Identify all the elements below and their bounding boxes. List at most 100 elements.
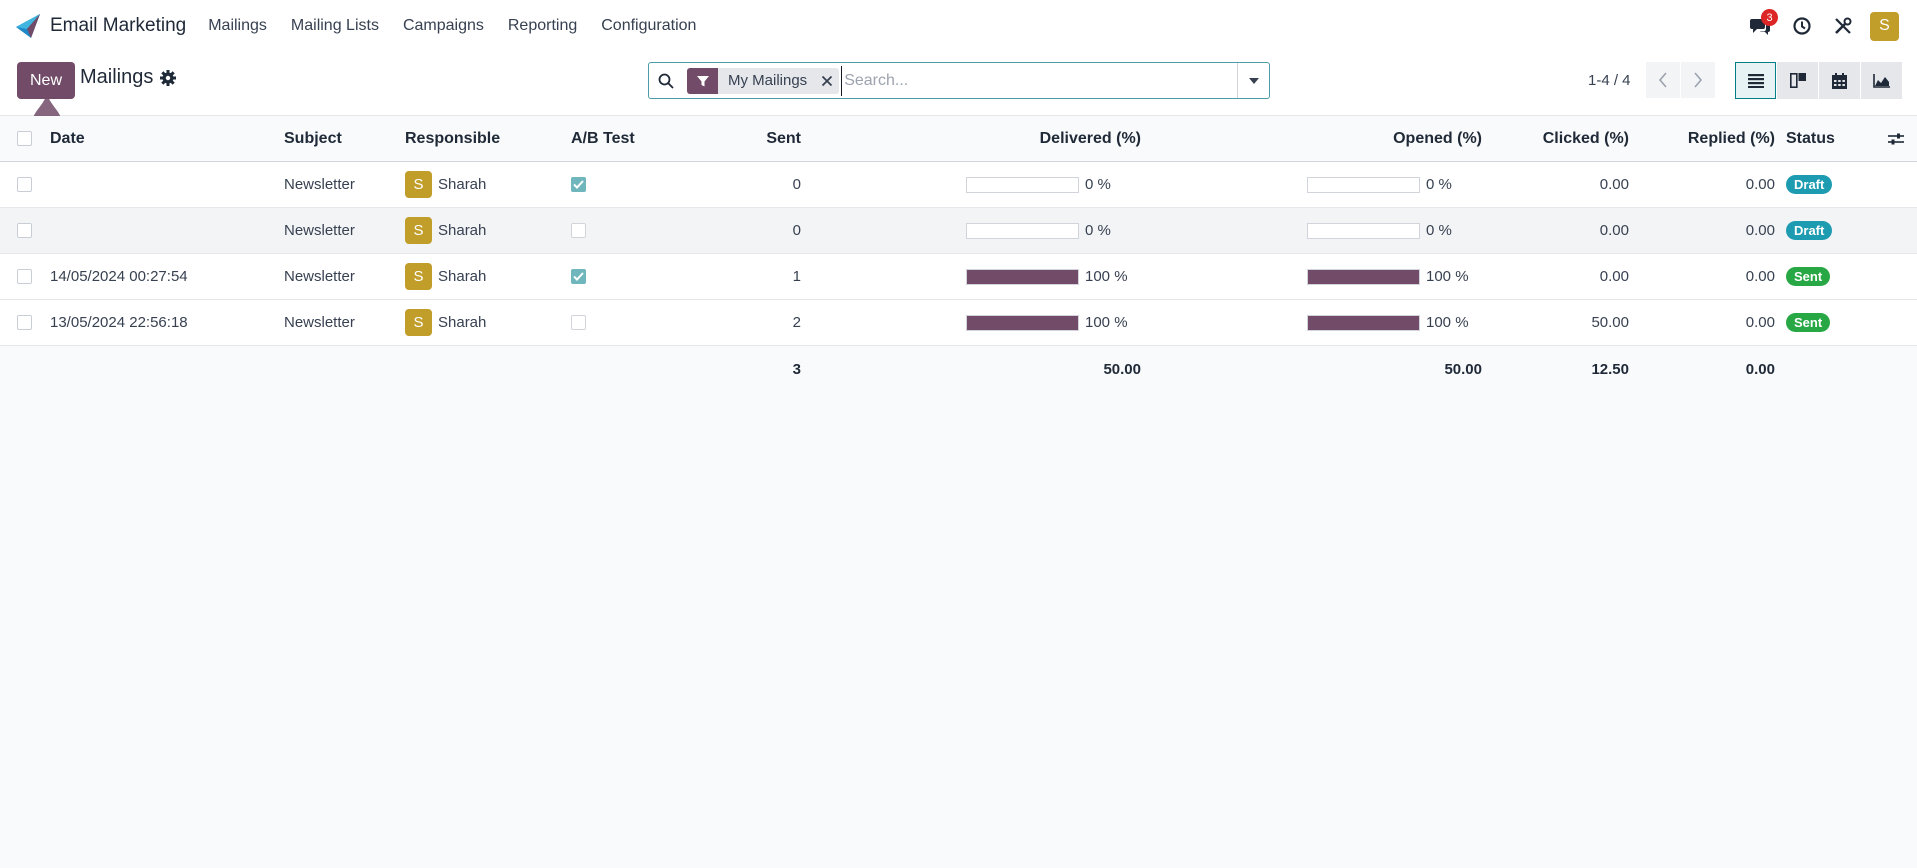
main-menu: Mailings Mailing Lists Campaigns Reporti… [208, 17, 720, 35]
table-row[interactable]: Newsletter S Sharah 0 0 % 0 % 0.00 0.00 … [0, 208, 1917, 254]
pager-next-button[interactable] [1681, 62, 1715, 98]
delivered-value: 100 % [1085, 314, 1128, 331]
responsible-name: Sharah [438, 268, 487, 285]
avatar: S [405, 309, 432, 336]
menu-reporting[interactable]: Reporting [508, 17, 577, 35]
delivered-value: 0 % [1085, 222, 1111, 239]
cell-delivered: 0 % [966, 162, 1111, 207]
cell-opened: 100 % [1307, 300, 1469, 345]
total-opened: 50.00 [1444, 360, 1482, 378]
debug-tools-button[interactable] [1828, 11, 1858, 41]
status-badge: Sent [1786, 267, 1831, 286]
column-delivered[interactable]: Delivered (%) [960, 116, 1141, 161]
systray: 3 S [1735, 0, 1899, 52]
cell-sent: 1 [792, 268, 801, 285]
list-view-icon [1747, 73, 1764, 88]
table-row[interactable]: 13/05/2024 22:56:18 Newsletter S Sharah … [0, 300, 1917, 346]
row-checkbox[interactable] [17, 177, 32, 192]
opened-bar-fill [1308, 315, 1419, 330]
cell-opened: 0 % [1307, 208, 1452, 253]
ab-test-checkbox[interactable] [571, 269, 586, 284]
facet-label: My Mailings [728, 72, 808, 89]
cell-clicked: 0.00 [1599, 176, 1629, 193]
total-replied: 0.00 [1745, 360, 1775, 378]
delivered-progress-bar [966, 268, 1079, 285]
column-date[interactable]: Date [50, 116, 85, 161]
cell-replied: 0.00 [1745, 222, 1775, 239]
opened-progress-bar [1307, 176, 1420, 193]
menu-configuration[interactable]: Configuration [601, 17, 696, 35]
ab-test-checkbox[interactable] [571, 177, 586, 192]
menu-mailing-lists[interactable]: Mailing Lists [291, 17, 379, 35]
calendar-view-button[interactable] [1819, 62, 1860, 99]
cell-opened: 0 % [1307, 162, 1452, 207]
row-checkbox[interactable] [17, 269, 32, 284]
chevron-left-icon [1658, 72, 1667, 88]
opened-progress-bar [1307, 314, 1420, 331]
column-responsible[interactable]: Responsible [405, 116, 500, 161]
responsible-name: Sharah [438, 314, 487, 331]
status-badge: Sent [1786, 313, 1831, 332]
cell-delivered: 100 % [966, 300, 1128, 345]
column-sent[interactable]: Sent [700, 116, 801, 161]
cell-delivered: 100 % [966, 254, 1128, 299]
cell-clicked: 0.00 [1599, 268, 1629, 285]
total-sent: 3 [792, 360, 801, 378]
list-view-button[interactable] [1735, 62, 1776, 99]
table-row[interactable]: Newsletter S Sharah 0 0 % 0 % 0.00 0.00 … [0, 162, 1917, 208]
kanban-view-button[interactable] [1777, 62, 1818, 99]
table-row[interactable]: 14/05/2024 00:27:54 Newsletter S Sharah … [0, 254, 1917, 300]
gear-icon[interactable] [158, 68, 178, 88]
ab-test-checkbox[interactable] [571, 223, 586, 238]
tools-icon [1835, 17, 1852, 34]
cell-replied: 0.00 [1745, 268, 1775, 285]
menu-mailings[interactable]: Mailings [208, 17, 267, 35]
cell-responsible: S Sharah [405, 162, 486, 207]
search-facet: My Mailings [687, 67, 840, 94]
pager-value[interactable]: 1-4 / 4 [1588, 72, 1631, 89]
delivered-progress-bar [966, 222, 1079, 239]
brand[interactable]: Email Marketing [14, 12, 186, 40]
opened-bar-fill [1308, 269, 1419, 284]
column-ab-test[interactable]: A/B Test [571, 116, 635, 161]
user-avatar[interactable]: S [1870, 11, 1899, 41]
filter-icon [687, 67, 718, 94]
delivered-progress-bar [966, 176, 1079, 193]
table-header: Date Subject Responsible A/B Test Sent D… [0, 116, 1917, 162]
mailings-table: Date Subject Responsible A/B Test Sent D… [0, 116, 1917, 392]
search-icon[interactable] [649, 73, 683, 89]
clock-icon [1793, 17, 1811, 35]
delivered-bar-fill [967, 269, 1078, 284]
column-subject[interactable]: Subject [284, 116, 342, 161]
search-options-toggle[interactable] [1237, 63, 1269, 98]
select-all-checkbox[interactable] [17, 131, 32, 146]
ab-test-checkbox[interactable] [571, 315, 586, 330]
column-opened[interactable]: Opened (%) [1300, 116, 1482, 161]
column-status[interactable]: Status [1786, 116, 1835, 161]
row-checkbox[interactable] [17, 315, 32, 330]
menu-campaigns[interactable]: Campaigns [403, 17, 484, 35]
sliders-icon [1888, 133, 1904, 144]
table-footer-totals: 3 50.00 50.00 12.50 0.00 [0, 346, 1917, 392]
search-input[interactable] [841, 65, 1237, 96]
close-icon[interactable] [815, 75, 839, 87]
opened-progress-bar [1307, 222, 1420, 239]
status-badge: Draft [1786, 221, 1833, 240]
row-checkbox[interactable] [17, 223, 32, 238]
cell-sent: 0 [792, 222, 801, 239]
messages-button[interactable]: 3 [1746, 9, 1778, 41]
kanban-view-icon [1789, 73, 1806, 88]
column-replied[interactable]: Replied (%) [1650, 116, 1775, 161]
chevron-right-icon [1694, 72, 1703, 88]
cell-date: 14/05/2024 00:27:54 [50, 268, 188, 285]
optional-columns-toggle[interactable] [1888, 116, 1904, 161]
graph-view-button[interactable] [1861, 62, 1902, 99]
page-title: Mailings [80, 66, 154, 88]
cell-subject: Newsletter [284, 222, 355, 239]
activity-button[interactable] [1787, 11, 1817, 41]
cell-subject: Newsletter [284, 268, 355, 285]
cell-clicked: 50.00 [1591, 314, 1629, 331]
top-navbar: Email Marketing Mailings Mailing Lists C… [0, 0, 1917, 52]
pager-previous-button[interactable] [1646, 62, 1680, 98]
column-clicked[interactable]: Clicked (%) [1500, 116, 1629, 161]
